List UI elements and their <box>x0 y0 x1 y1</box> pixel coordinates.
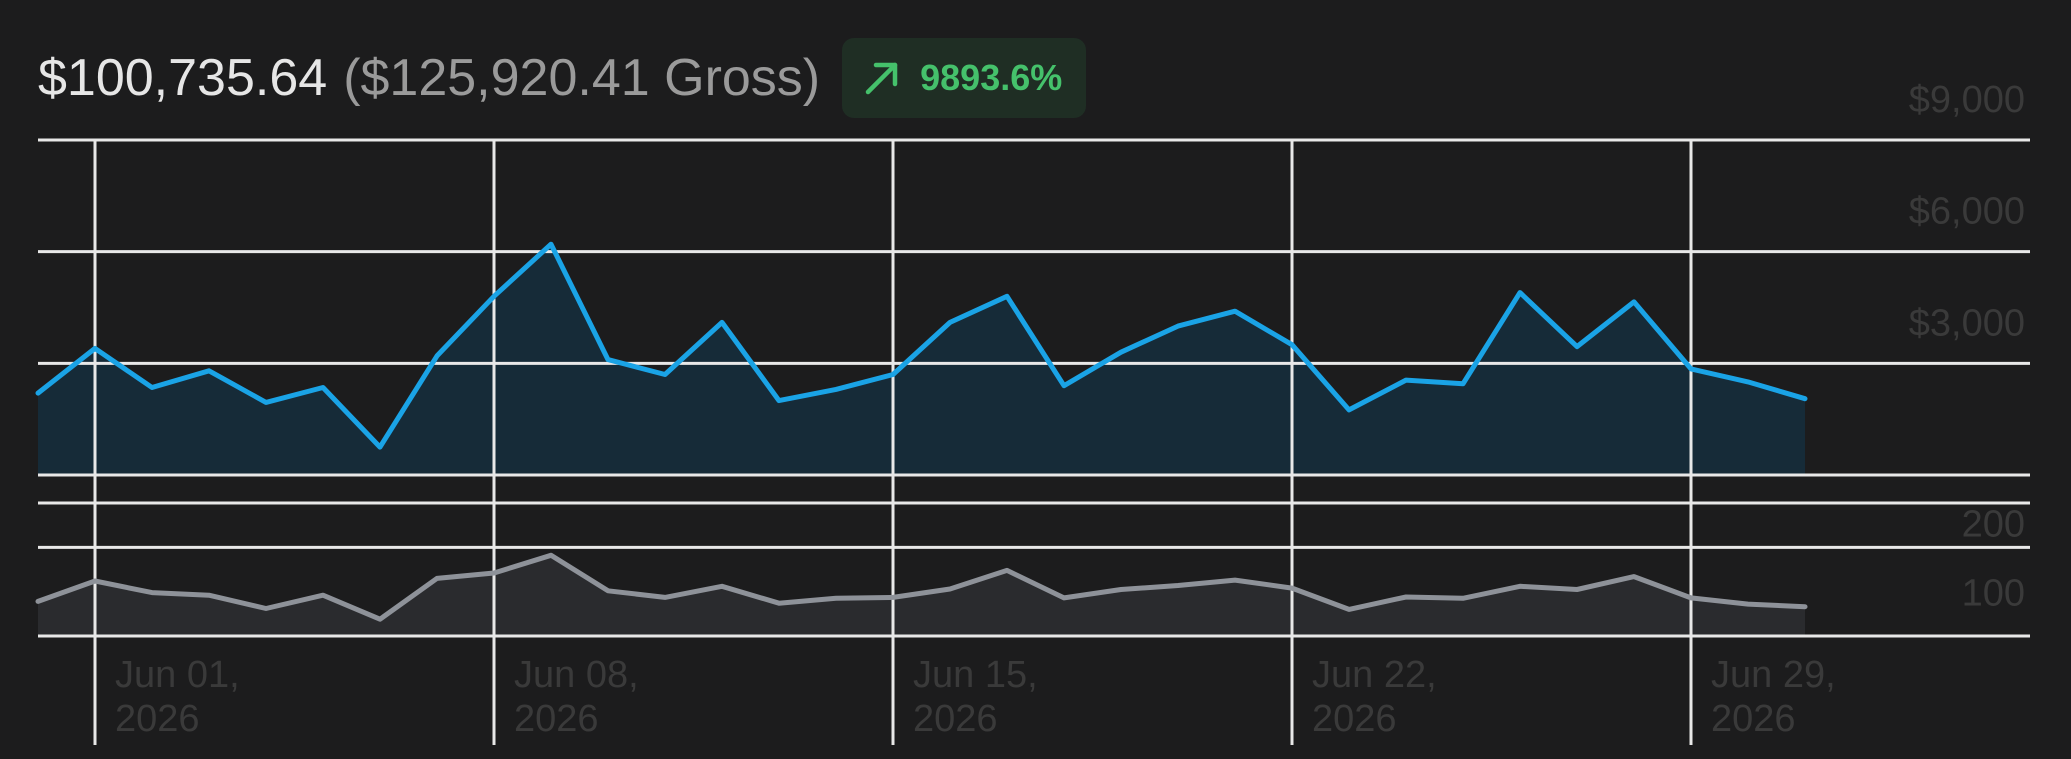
y-tick-label-bottom-200: 200 <box>1962 503 2025 545</box>
x-tick-label-0-line-2: 2026 <box>115 698 200 740</box>
revenue-chart: Jun 01,2026Jun 08,2026Jun 15,2026Jun 22,… <box>35 79 2030 745</box>
gross-revenue-area-fill <box>38 244 1805 475</box>
x-tick-label-4-line-2: 2026 <box>1711 698 1796 740</box>
area-fills <box>38 244 1805 636</box>
x-tick-label-2-line-1: Jun 15, <box>913 654 1038 696</box>
y-tick-label-top-3000: $3,000 <box>1909 302 2025 344</box>
y-tick-label-bottom-100: 100 <box>1962 573 2025 615</box>
y-tick-label-top-9000: $9,000 <box>1909 79 2025 121</box>
x-tick-label-3-line-1: Jun 22, <box>1312 654 1437 696</box>
x-tick-label-4-line-1: Jun 29, <box>1711 654 1836 696</box>
x-tick-label-1-line-1: Jun 08, <box>514 654 639 696</box>
x-tick-label-3-line-2: 2026 <box>1312 698 1397 740</box>
x-tick-label-2-line-2: 2026 <box>913 698 998 740</box>
x-tick-label-1-line-2: 2026 <box>514 698 599 740</box>
x-tick-label-0-line-1: Jun 01, <box>115 654 240 696</box>
y-tick-label-top-6000: $6,000 <box>1909 191 2025 233</box>
